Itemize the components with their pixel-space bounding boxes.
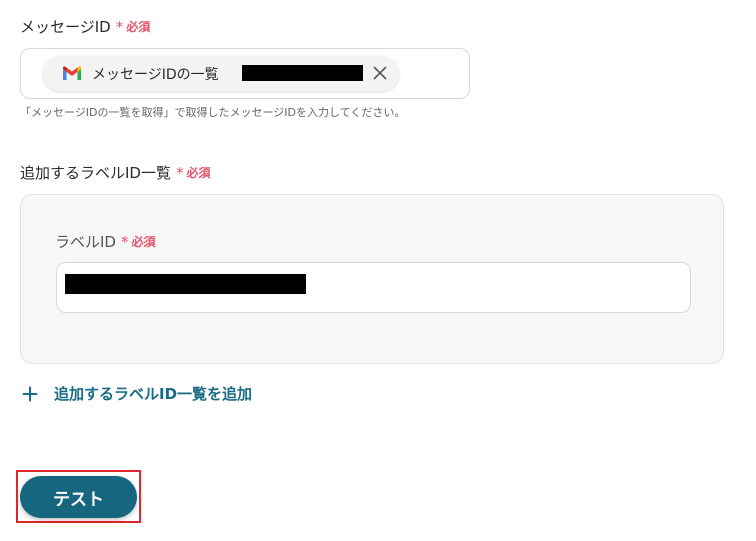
add-link-label: 追加するラベルID一覧を追加: [54, 385, 253, 403]
required-asterisk: *: [115, 17, 124, 36]
add-label-id-list-link[interactable]: 追加するラベルID一覧を追加: [22, 383, 252, 404]
required-text: 必須: [131, 235, 156, 249]
required-asterisk: *: [120, 232, 129, 251]
close-icon[interactable]: [373, 66, 387, 80]
gmail-icon: [63, 66, 81, 80]
label-id-label-text: ラベルID: [55, 233, 116, 251]
redacted-value: [242, 65, 363, 81]
required-asterisk: *: [175, 163, 184, 182]
label-ids-label: 追加するラベルID一覧 * 必須: [20, 162, 211, 183]
message-id-label-text: メッセージID: [20, 18, 111, 36]
test-button[interactable]: テスト: [20, 476, 137, 518]
message-id-label: メッセージID * 必須: [20, 16, 150, 37]
label-id-label: ラベルID * 必須: [55, 231, 156, 252]
message-id-chip[interactable]: メッセージIDの一覧: [43, 56, 399, 91]
message-id-help-text: 「メッセージIDの一覧を取得」で取得したメッセージIDを入力してください。: [20, 106, 406, 119]
plus-icon: [22, 386, 38, 401]
chip-label: メッセージIDの一覧: [92, 66, 219, 83]
required-text: 必須: [126, 20, 151, 34]
required-text: 必須: [186, 166, 211, 180]
label-id-group: ラベルID * 必須: [20, 194, 724, 364]
label-ids-label-text: 追加するラベルID一覧: [20, 164, 171, 182]
message-id-field[interactable]: メッセージIDの一覧: [20, 48, 470, 99]
redacted-value: [65, 274, 306, 294]
label-id-input[interactable]: [56, 262, 691, 313]
